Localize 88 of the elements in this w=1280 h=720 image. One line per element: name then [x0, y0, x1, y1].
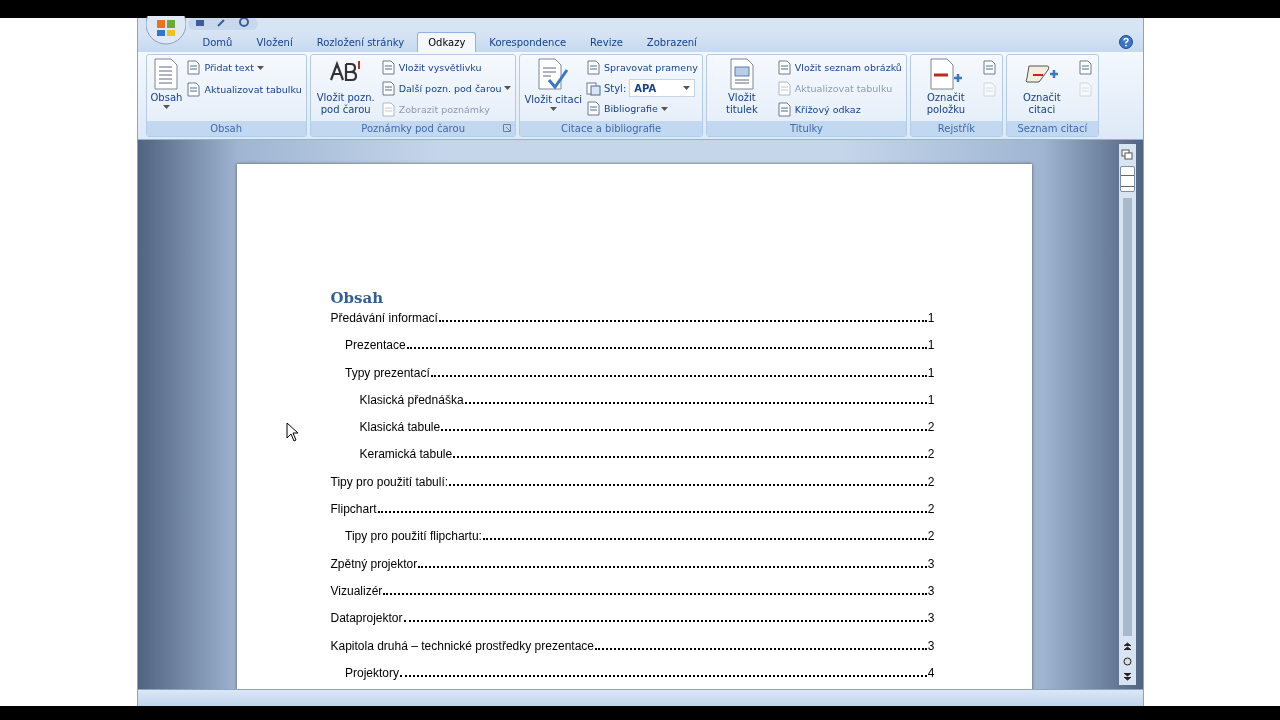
caret-icon: [504, 86, 512, 90]
ribbon-button[interactable]: Vložit citaci: [523, 57, 583, 121]
ruler-icon[interactable]: [1121, 148, 1133, 160]
document-plus-icon: [928, 58, 963, 90]
page-number: 3: [927, 638, 935, 653]
small-document-icon: [585, 101, 601, 117]
toc-entry[interactable]: Klasická tabule: [359, 420, 441, 435]
caret-icon: [549, 107, 557, 111]
mouse-cursor-icon: [285, 422, 300, 442]
toc-entry[interactable]: Flipchart: [330, 502, 377, 517]
toc-entry[interactable]: Zpětný projektor: [330, 556, 418, 571]
group-label: Poznámky pod čarou: [361, 123, 465, 134]
ribbon-tab[interactable]: Zobrazení: [635, 32, 708, 52]
ribbon-tab[interactable]: Vložení: [245, 32, 304, 52]
document-image-icon: [728, 58, 755, 90]
page-number: 2: [927, 474, 935, 489]
ribbon-button[interactable]: Bibliografie: [584, 98, 699, 119]
group-label: Titulky: [789, 123, 823, 134]
dialog-launcher-icon[interactable]: [503, 124, 512, 132]
group-label: Citace a bibliografie: [561, 123, 662, 134]
ribbon-tab[interactable]: Revize: [579, 32, 634, 52]
small-document-icon: [186, 82, 202, 97]
page-number: 2: [927, 502, 935, 517]
page-number: 1: [927, 338, 935, 353]
toc-entry[interactable]: Typy prezentací: [345, 365, 430, 380]
small-document-icon: [380, 59, 396, 75]
page-number: 3: [927, 583, 935, 598]
ribbon-tab[interactable]: Rozložení stránky: [305, 32, 416, 52]
toc-entry[interactable]: Dataprojektor: [330, 611, 403, 626]
ribbon-button[interactable]: Vložit pozn. pod čarou: [313, 57, 378, 121]
small-document-icon: [585, 59, 601, 75]
ribbon-button[interactable]: Spravovat prameny: [584, 57, 699, 78]
ribbon-button[interactable]: Vložit seznam obrázků: [775, 57, 903, 77]
caret-icon: [256, 65, 264, 70]
page-number: 1: [927, 392, 935, 407]
small-document-icon: [776, 80, 792, 96]
ribbon-button[interactable]: Vložit vysvětlivku: [379, 57, 513, 77]
page-number: 3: [927, 556, 935, 571]
small-document-icon: [186, 60, 202, 75]
next-page-icon[interactable]: [1122, 672, 1132, 681]
caret-icon: [683, 86, 691, 90]
ribbon-button[interactable]: Další pozn. pod čarou: [379, 78, 513, 98]
toc-entry[interactable]: Předávání informací: [330, 311, 438, 325]
ribbon-button[interactable]: Obsah: [149, 57, 184, 121]
quick-access-toolbar-icon[interactable]: [187, 18, 258, 30]
toc-entry[interactable]: Prezentace: [345, 338, 406, 353]
page-number: 2: [927, 420, 935, 435]
ribbon-button[interactable]: Označit citaci: [1009, 57, 1074, 121]
page-number: 2: [927, 529, 935, 544]
toc-entry[interactable]: Tipy pro použití flipchartu:: [345, 529, 482, 544]
ribbon-button[interactable]: Označit položku: [913, 57, 978, 121]
previous-page-icon[interactable]: [1122, 642, 1132, 651]
group-label: Obsah: [210, 123, 243, 134]
toc-entry[interactable]: Klasická přednáška: [359, 392, 464, 407]
small-document-icon: [776, 101, 792, 117]
group-label: Rejstřík: [937, 123, 975, 134]
ribbon-button[interactable]: Křížový odkaz: [775, 99, 903, 119]
ribbon-tab[interactable]: Odkazy: [417, 32, 477, 52]
toc-entry[interactable]: Kapitola druhá – technické prostředky prezentace: [330, 638, 594, 653]
ribbon-button[interactable]: Aktualizovat tabulku: [185, 79, 303, 100]
scroll-thumb[interactable]: [1119, 166, 1135, 192]
small-document-icon: [380, 101, 396, 117]
document-check-icon: [537, 58, 570, 92]
toc-heading: Obsah: [330, 289, 385, 307]
ribbon-button[interactable]: Přidat text: [185, 57, 303, 78]
caret-icon: [660, 106, 668, 111]
vertical-scrollbar[interactable]: [1118, 144, 1136, 685]
style-dropdown[interactable]: APA: [629, 79, 696, 97]
small-document-icon: [380, 80, 396, 96]
page-number: 4: [927, 665, 935, 680]
page-number: 1: [927, 311, 935, 325]
page-number: 2: [927, 447, 935, 462]
ribbon-tab[interactable]: Domů: [191, 32, 244, 52]
page-number: 3: [927, 611, 935, 626]
browse-object-icon[interactable]: [1122, 657, 1132, 666]
group-label: Seznam citací: [1017, 123, 1088, 134]
style-icon: [585, 80, 601, 96]
small-document-icon: [776, 59, 792, 75]
help-icon[interactable]: [1118, 35, 1133, 49]
toc-entry[interactable]: Tipy pro použití tabulí:: [330, 474, 449, 489]
document-list-icon: [153, 58, 180, 90]
toc-entry[interactable]: Projektory: [345, 665, 400, 680]
ribbon-tab[interactable]: Korespondence: [478, 32, 578, 52]
toc-entry[interactable]: Vizualizér: [330, 583, 383, 598]
page-number: 1: [927, 365, 935, 380]
style-label: Styl:: [603, 82, 627, 94]
caret-icon: [162, 105, 170, 109]
toc-entry[interactable]: Keramická tabule: [359, 447, 453, 462]
